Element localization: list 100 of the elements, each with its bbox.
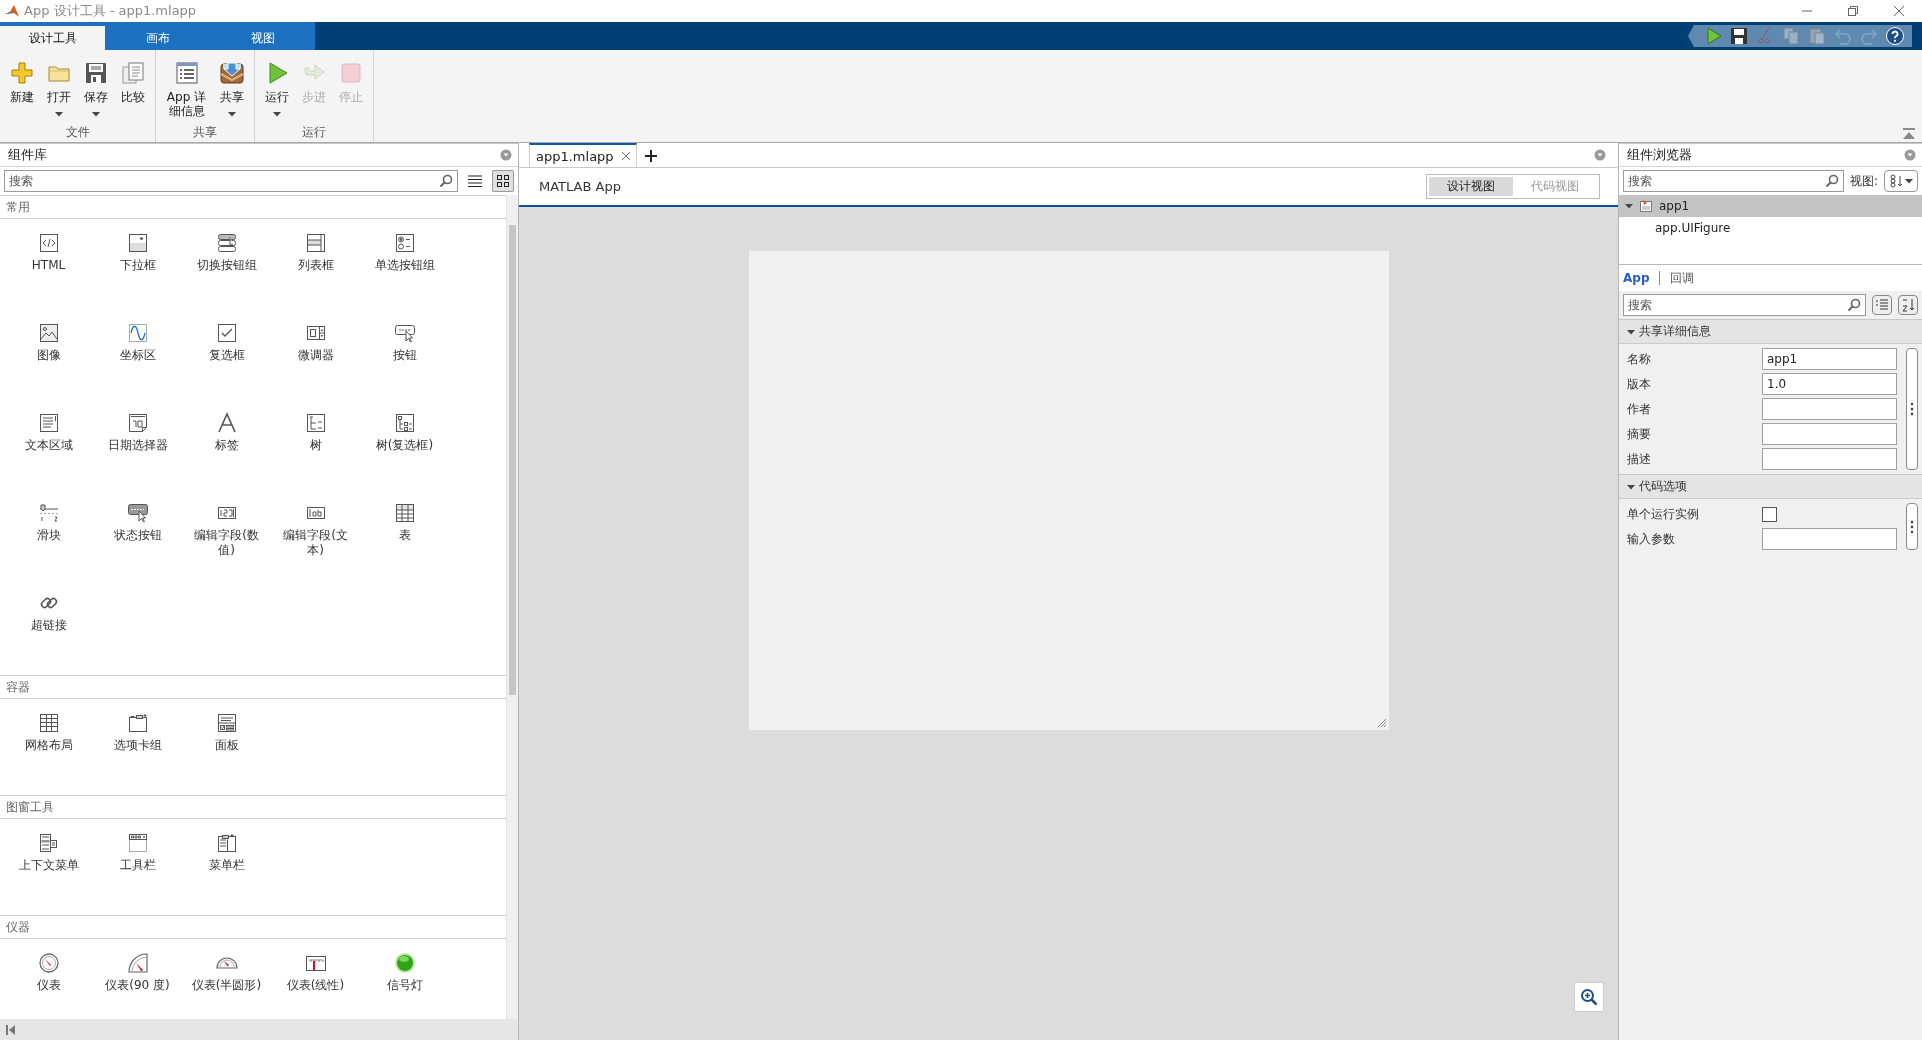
view-label: 视图:	[1849, 172, 1878, 190]
component-item[interactable]: HTML	[4, 219, 93, 309]
zoom-button[interactable]	[1574, 982, 1604, 1012]
sort-button[interactable]	[1898, 295, 1918, 315]
component-item[interactable]: 表	[360, 489, 449, 579]
ribbon-tab[interactable]: 画布	[105, 26, 210, 50]
panel-title: 组件浏览器	[1627, 146, 1692, 164]
list-icon	[468, 175, 482, 187]
ribbon-button[interactable]: 打开	[41, 58, 77, 124]
component-item[interactable]: 工具栏	[93, 819, 182, 909]
document-tab[interactable]: app1.mlapp	[529, 143, 637, 167]
group-view-button[interactable]	[1872, 295, 1892, 315]
property-label: 输入参数	[1627, 530, 1676, 548]
inspector-tab[interactable]: 回调	[1670, 269, 1695, 287]
property-label: 名称	[1627, 350, 1652, 368]
toolbar-button[interactable]	[1884, 26, 1906, 46]
property-field[interactable]	[1762, 448, 1897, 470]
search-field[interactable]: 搜索	[4, 170, 458, 192]
panel-title: 组件库	[8, 146, 47, 164]
component-item[interactable]: 列表框	[271, 219, 360, 309]
caret-icon	[92, 110, 100, 118]
component-item[interactable]: 选项卡组	[93, 699, 182, 789]
section-header[interactable]: 代码选项	[1619, 475, 1922, 499]
search-icon	[1824, 174, 1839, 188]
component-item[interactable]: 超链接	[4, 579, 93, 669]
property-field[interactable]	[1762, 528, 1897, 550]
component-item[interactable]: 仪表(90 度)	[93, 939, 182, 1019]
grid-view-button[interactable]	[492, 170, 514, 192]
more-button[interactable]	[1906, 348, 1918, 470]
component-item[interactable]: 滑块	[4, 489, 93, 579]
view-toggle[interactable]: 设计视图	[1429, 177, 1513, 196]
close-icon	[1894, 6, 1904, 16]
help-icon	[1885, 26, 1905, 46]
component-item[interactable]: 树(复选框)	[360, 399, 449, 489]
component-item[interactable]: 切换按钮组	[182, 219, 271, 309]
search-field[interactable]: 搜索	[1623, 170, 1844, 192]
sort-icon	[1901, 298, 1915, 312]
component-item[interactable]: 日期选择器	[93, 399, 182, 489]
section-title: 仪器	[6, 918, 30, 936]
tree-item[interactable]: app.UIFigure	[1619, 217, 1922, 239]
caret-icon	[1905, 177, 1913, 185]
ribbon-button[interactable]: 运行	[259, 58, 295, 124]
component-item[interactable]: 坐标区	[93, 309, 182, 399]
more-button[interactable]	[1906, 503, 1918, 550]
property-label: 描述	[1627, 450, 1652, 468]
gauge-icon	[36, 951, 61, 975]
property-field[interactable]	[1762, 423, 1897, 445]
property-field[interactable]	[1762, 398, 1897, 420]
component-item[interactable]: 菜单栏	[182, 819, 271, 909]
component-item[interactable]: 上下文菜单	[4, 819, 93, 909]
component-item[interactable]: 复选框	[182, 309, 271, 399]
component-item[interactable]: 单选按钮组	[360, 219, 449, 309]
component-item[interactable]: 面板	[182, 699, 271, 789]
component-item[interactable]: 图像	[4, 309, 93, 399]
new-icon	[9, 60, 35, 86]
component-item[interactable]: 下拉框	[93, 219, 182, 309]
details-icon	[173, 60, 200, 86]
grouped-list-icon	[1875, 298, 1889, 312]
property-label: 摘要	[1627, 425, 1652, 443]
tree-item[interactable]: app1	[1619, 195, 1922, 217]
section-title: 容器	[6, 678, 30, 696]
component-item[interactable]: 网格布局	[4, 699, 93, 789]
component-item[interactable]: 状态按钮	[93, 489, 182, 579]
state-button-icon	[125, 501, 150, 525]
scroll-start-icon	[6, 1023, 16, 1036]
panel-menu-icon	[1594, 149, 1606, 161]
inspector-tab[interactable]: App	[1623, 271, 1650, 285]
component-item[interactable]: 标签	[182, 399, 271, 489]
property-label: 作者	[1627, 400, 1652, 418]
component-item[interactable]: 文本区域	[4, 399, 93, 489]
ribbon-button[interactable]: 比较	[115, 58, 151, 124]
ribbon-tab[interactable]: 视图	[210, 26, 315, 50]
ribbon-tab[interactable]: 设计工具	[0, 26, 105, 50]
search-field[interactable]: 搜索	[1623, 294, 1866, 316]
copy-icon	[1781, 26, 1801, 46]
scrollbar[interactable]	[506, 195, 518, 1019]
lamp-icon	[392, 951, 417, 975]
ribbon-button[interactable]: 保存	[78, 58, 114, 124]
component-item[interactable]: 仪表(半圆形)	[182, 939, 271, 1019]
component-item[interactable]: 编辑字段(文本)	[271, 489, 360, 579]
ribbon-button[interactable]: 新建	[4, 58, 40, 124]
component-item[interactable]: 编辑字段(数值)	[182, 489, 271, 579]
component-item[interactable]: 微调器	[271, 309, 360, 399]
window-title: App 设计工具 - app1.mlapp	[24, 2, 197, 20]
property-field[interactable]: 1.0	[1762, 373, 1897, 395]
section-header[interactable]: 共享详细信息	[1619, 320, 1922, 344]
group-label: 文件	[64, 124, 91, 141]
ribbon-button[interactable]: App 详细信息	[160, 58, 213, 124]
checkbox[interactable]	[1762, 506, 1777, 522]
component-item[interactable]: 按钮	[360, 309, 449, 399]
scrollbar[interactable]	[0, 1019, 518, 1040]
view-dropdown[interactable]	[1884, 170, 1918, 192]
property-field[interactable]: app1	[1762, 348, 1897, 370]
group-label: 运行	[301, 124, 327, 141]
ribbon-button[interactable]: 共享	[214, 58, 250, 124]
stop-icon	[338, 60, 364, 86]
toolbar-button[interactable]	[1728, 26, 1750, 46]
component-item[interactable]: 树	[271, 399, 360, 489]
search-icon	[1847, 298, 1861, 312]
section-title: 常用	[6, 198, 30, 216]
